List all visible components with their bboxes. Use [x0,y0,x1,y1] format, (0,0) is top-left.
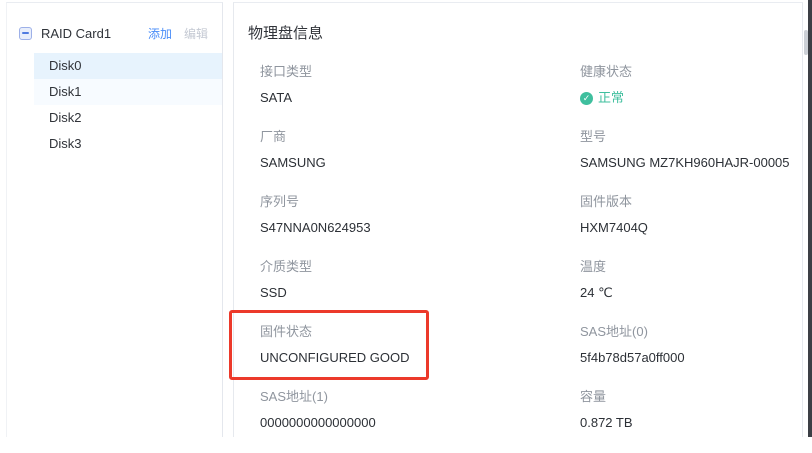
field-media-type: 介质类型 SSD [260,258,580,302]
disk-info-grid: 接口类型 SATA 健康状态 ✓ 正常 厂商 SAMSUNG 型号 SAMSUN… [260,63,802,453]
status-badge: 正常 [598,89,624,107]
field-label: 接口类型 [260,63,580,81]
raid-card-node[interactable]: RAID Card1 添加 编辑 [7,3,222,45]
field-label: 健康状态 [580,63,802,81]
field-label: 固件版本 [580,193,802,211]
sidebar-item-disk1[interactable]: Disk1 [34,79,222,105]
field-serial-number: 序列号 S47NNA0N624953 [260,193,580,237]
field-value: S47NNA0N624953 [260,219,580,237]
sidebar-item-disk2[interactable]: Disk2 [34,105,222,131]
field-label: SAS地址(0) [580,323,802,341]
field-value: UNCONFIGURED GOOD [260,349,580,367]
field-interface-type: 接口类型 SATA [260,63,580,107]
field-label: 容量 [580,388,802,406]
window-edge [808,0,812,437]
disk-list: Disk0 Disk1 Disk2 Disk3 [7,53,222,157]
sidebar-item-disk3[interactable]: Disk3 [34,131,222,157]
sidebar-item-disk0[interactable]: Disk0 [34,53,222,79]
field-sas-address-1: SAS地址(1) 0000000000000000 [260,388,580,432]
field-vendor: 厂商 SAMSUNG [260,128,580,172]
field-firmware-version: 固件版本 HXM7404Q [580,193,802,237]
raid-card-label[interactable]: RAID Card1 [41,26,148,41]
field-label: 厂商 [260,128,580,146]
field-value: SAMSUNG MZ7KH960HAJR-00005 [580,154,802,172]
field-label: 序列号 [260,193,580,211]
field-firmware-state: 固件状态 UNCONFIGURED GOOD [260,323,580,367]
health-status-value: ✓ 正常 [580,89,802,107]
raid-tree-sidebar: RAID Card1 添加 编辑 Disk0 Disk1 Disk2 Disk3 [6,2,223,437]
field-label: 型号 [580,128,802,146]
field-label: 固件状态 [260,323,580,341]
field-label: 温度 [580,258,802,276]
field-value: SAMSUNG [260,154,580,172]
field-label: SAS地址(1) [260,388,580,406]
field-label: 介质类型 [260,258,580,276]
field-value: 24 ℃ [580,284,802,302]
physical-disk-panel: 物理盘信息 接口类型 SATA 健康状态 ✓ 正常 厂商 SAMSUNG 型号 … [233,2,803,437]
field-model: 型号 SAMSUNG MZ7KH960HAJR-00005 [580,128,802,172]
edit-link[interactable]: 编辑 [184,25,208,42]
page-title: 物理盘信息 [248,23,802,45]
field-value: SSD [260,284,580,302]
collapse-minus-icon[interactable] [19,27,32,40]
check-circle-icon: ✓ [580,92,593,105]
field-temperature: 温度 24 ℃ [580,258,802,302]
field-value: HXM7404Q [580,219,802,237]
field-value: SATA [260,89,580,107]
field-health-status: 健康状态 ✓ 正常 [580,63,802,107]
field-value: 5f4b78d57a0ff000 [580,349,802,367]
field-sas-address-0: SAS地址(0) 5f4b78d57a0ff000 [580,323,802,367]
field-value: 0000000000000000 [260,414,580,432]
add-link[interactable]: 添加 [148,25,172,42]
field-capacity: 容量 0.872 TB [580,388,802,432]
field-value: 0.872 TB [580,414,802,432]
